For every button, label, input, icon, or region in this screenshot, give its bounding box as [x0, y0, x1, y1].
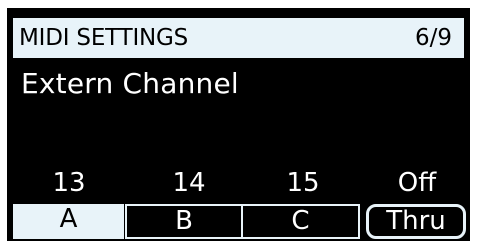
value-option-2: 14: [172, 168, 206, 198]
header-bar: MIDI SETTINGS 6/9: [13, 18, 464, 58]
value-option-3: 15: [286, 168, 320, 198]
menu-title: MIDI SETTINGS: [19, 25, 189, 51]
value-option-1: 13: [52, 168, 86, 198]
parameter-label: Extern Channel: [21, 67, 239, 100]
page-indicator: 6/9: [414, 25, 452, 51]
softkey-b-button[interactable]: B: [125, 204, 243, 239]
softkey-c-button[interactable]: C: [241, 204, 360, 239]
value-option-4: Off: [397, 168, 437, 198]
softkey-thru-button[interactable]: Thru: [366, 204, 466, 239]
softkey-a-button[interactable]: A: [13, 204, 124, 239]
lcd-screen: MIDI SETTINGS 6/9 Extern Channel 13 14 1…: [7, 8, 470, 241]
